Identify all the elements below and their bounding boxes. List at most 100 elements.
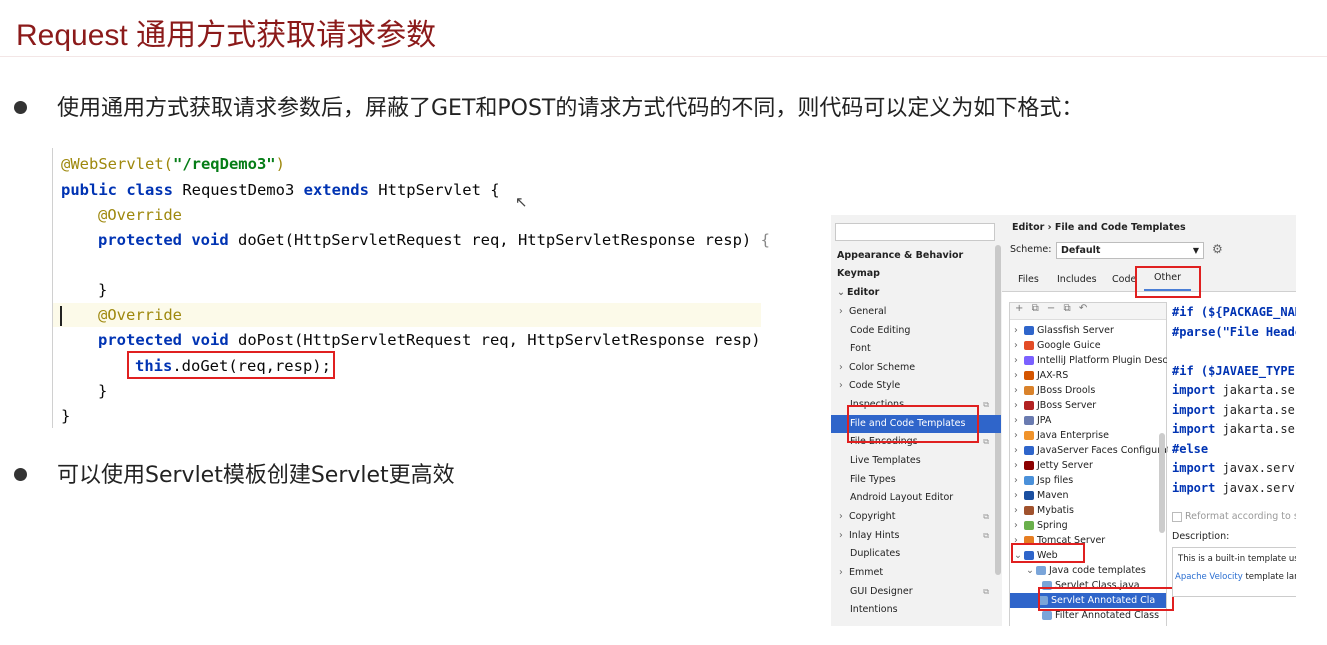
project-scope-icon: ⧉ (983, 400, 989, 409)
code-line: @Override (98, 206, 182, 224)
code-line: @WebServlet("/reqDemo3") (61, 155, 285, 173)
code-text: javax.servl (1215, 480, 1296, 495)
chevron-right-icon[interactable]: › (1014, 518, 1024, 533)
copy-icon[interactable]: ⧉ (1032, 303, 1039, 314)
keyword: import (1172, 422, 1216, 436)
tab-code[interactable]: Code (1112, 274, 1136, 285)
chevron-right-icon[interactable]: › (1014, 413, 1024, 428)
chevron-right-icon[interactable]: › (1014, 428, 1024, 443)
sidebar-item[interactable]: ⌄ Editor (837, 284, 879, 302)
sidebar-item[interactable]: › General (839, 303, 886, 321)
sidebar-item[interactable]: › Inlay Hints (839, 527, 899, 545)
tab-includes[interactable]: Includes (1057, 274, 1097, 285)
bullet-2: 可以使用Servlet模板创建Servlet更高效 (14, 457, 455, 489)
chevron-right-icon: › (839, 306, 843, 317)
chevron-right-icon[interactable]: › (1014, 473, 1024, 488)
code-line: } (98, 281, 108, 299)
velocity-link[interactable]: Apache Velocity (1175, 572, 1243, 582)
sidebar-item[interactable]: Keymap (837, 265, 880, 283)
tree-item[interactable]: › JBoss Server (1014, 398, 1096, 413)
description-label: Description: (1172, 531, 1230, 542)
sidebar-item[interactable]: › Emmet (839, 564, 883, 582)
tree-scrollbar[interactable] (1159, 433, 1165, 533)
tree-item[interactable]: › Jetty Server (1014, 458, 1093, 473)
chevron-right-icon[interactable]: › (1014, 383, 1024, 398)
sidebar-item[interactable]: › Copyright (839, 508, 895, 526)
sidebar-item-label: Copyright (849, 511, 896, 522)
code-line: protected void doGet(HttpServletRequest … (98, 231, 770, 249)
template-icon (1036, 566, 1046, 575)
sidebar-item[interactable]: › Color Scheme (839, 359, 915, 377)
template-icon (1024, 521, 1034, 530)
tree-item[interactable]: › Glassfish Server (1014, 323, 1114, 338)
tree-item[interactable]: › Maven (1014, 488, 1069, 503)
tree-item[interactable]: › JPA (1014, 413, 1051, 428)
code-text: jakarta.ser (1215, 383, 1296, 397)
bullet-1: 使用通用方式获取请求参数后，屏蔽了GET和POST的请求方式代码的不同，则代码可… (14, 90, 1083, 122)
tree-item[interactable]: › JavaServer Faces Configurati (1014, 443, 1173, 458)
chevron-right-icon[interactable]: › (1014, 368, 1024, 383)
sidebar-item[interactable]: File Types (850, 471, 896, 489)
keyword: import (1172, 480, 1216, 495)
tree-item-label: JPA (1037, 415, 1052, 426)
sidebar-item-label: Duplicates (850, 548, 901, 559)
sidebar-item[interactable]: Font (850, 340, 871, 358)
sidebar-item[interactable]: Android Layout Editor (850, 489, 953, 507)
chevron-right-icon[interactable]: › (1014, 503, 1024, 518)
tree-item-label: Google Guice (1037, 340, 1101, 351)
code-text: javax.servl (1215, 461, 1296, 475)
tree-item[interactable]: › Jsp files (1014, 473, 1073, 488)
tree-item[interactable]: ⌄ Java code templates (1026, 563, 1146, 578)
chevron-right-icon[interactable]: › (1014, 458, 1024, 473)
project-scope-icon: ⧉ (983, 512, 989, 521)
gear-icon[interactable]: ⚙ (1212, 242, 1223, 256)
sidebar-item-label: GUI Designer (850, 586, 913, 597)
tree-item-label: Spring (1037, 520, 1068, 531)
highlight-box-file-templates (847, 405, 979, 443)
keyword: import (1172, 383, 1216, 397)
nav-scrollbar[interactable] (995, 245, 1001, 575)
description-text: This is a built-in template used (1178, 554, 1296, 564)
tree-item[interactable]: › JAX-RS (1014, 368, 1068, 383)
sidebar-item-label: Android Layout Editor (850, 492, 954, 503)
tab-files[interactable]: Files (1018, 274, 1039, 285)
tree-item[interactable]: › Google Guice (1014, 338, 1101, 353)
remove-icon[interactable]: − (1047, 303, 1055, 314)
editor-line: import jakarta.ser (1172, 381, 1296, 400)
sidebar-item-label: Editor (847, 287, 880, 298)
tree-item[interactable]: › JBoss Drools (1014, 383, 1095, 398)
editor-line: #else (1172, 441, 1209, 456)
tree-item-label: Maven (1037, 490, 1069, 501)
reformat-checkbox[interactable]: Reformat according to st (1172, 511, 1296, 522)
settings-search-input[interactable] (835, 223, 995, 241)
highlight-box-doget (127, 351, 335, 379)
chevron-right-icon[interactable]: › (1014, 398, 1024, 413)
code-text: jakarta.ser (1215, 422, 1296, 436)
sidebar-item-label: Color Scheme (849, 362, 916, 373)
sidebar-item[interactable]: Code Editing (850, 322, 910, 340)
sidebar-item[interactable]: Intentions (850, 601, 898, 619)
tree-item[interactable]: › Java Enterprise (1014, 428, 1109, 443)
chevron-right-icon[interactable]: › (1014, 353, 1024, 368)
chevron-right-icon[interactable]: › (1014, 443, 1024, 458)
code-text: jakarta.ser (1215, 402, 1296, 417)
undo-icon[interactable]: ↶ (1079, 303, 1087, 314)
duplicate-icon[interactable]: ⧉ (1063, 303, 1070, 314)
sidebar-item[interactable]: Duplicates (850, 545, 900, 563)
chevron-right-icon[interactable]: › (1014, 488, 1024, 503)
tree-item[interactable]: › IntelliJ Platform Plugin Descr (1014, 353, 1172, 368)
sidebar-item[interactable]: GUI Designer (850, 583, 913, 601)
code-line: } (61, 407, 71, 425)
tree-toolbar: + ⧉ − ⧉ ↶ (1010, 303, 1166, 320)
sidebar-item[interactable]: Live Templates (850, 452, 921, 470)
scheme-select[interactable]: Default ▼ (1056, 242, 1204, 259)
add-icon[interactable]: + (1015, 303, 1023, 314)
sidebar-item[interactable]: Appearance & Behavior (837, 247, 963, 265)
sidebar-item[interactable]: › Code Style (839, 377, 900, 395)
chevron-down-icon[interactable]: ⌄ (1026, 563, 1036, 578)
chevron-right-icon[interactable]: › (1014, 323, 1024, 338)
tree-item[interactable]: › Spring (1014, 518, 1068, 533)
tree-item[interactable]: › Mybatis (1014, 503, 1074, 518)
chevron-right-icon[interactable]: › (1014, 338, 1024, 353)
template-editor[interactable]: #if (${PACKAGE_NAM #parse("File Heade #if … (1168, 303, 1296, 498)
